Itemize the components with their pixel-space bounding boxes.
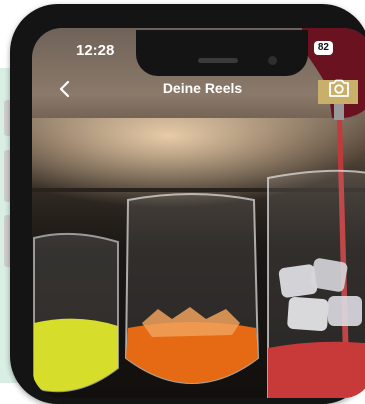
- speaker-grille: [198, 58, 238, 63]
- front-camera: [268, 56, 277, 65]
- battery-icon: 82: [313, 41, 333, 55]
- phone-notch: [136, 30, 308, 76]
- camera-button[interactable]: [327, 76, 351, 100]
- reel-screen[interactable]: 12:28 82 Deine Reels: [32, 28, 365, 398]
- phone-frame: 12:28 82 Deine Reels: [10, 4, 365, 404]
- camera-icon: [329, 79, 349, 97]
- status-time: 12:28: [76, 42, 115, 59]
- page-title: Deine Reels: [162, 80, 243, 96]
